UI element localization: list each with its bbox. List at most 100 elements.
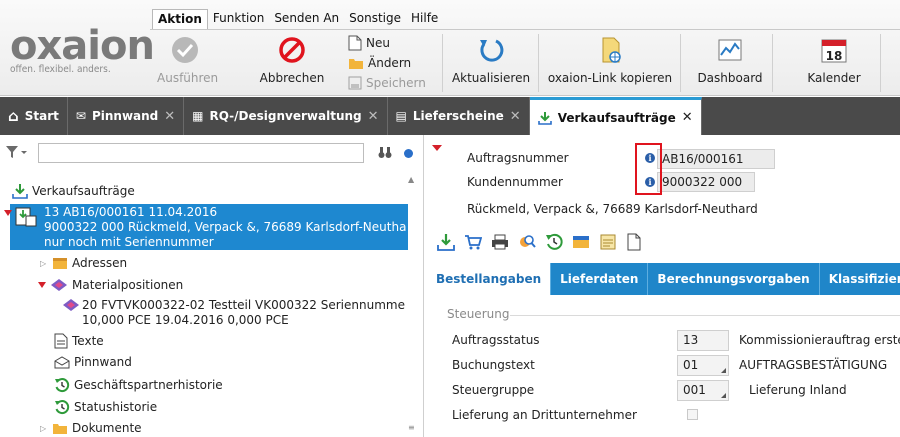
printer-icon[interactable]: [491, 233, 509, 251]
calendar-button[interactable]: 18 Kalender: [798, 35, 870, 93]
tab-verkaufsauftraege-label: Verkaufsaufträge: [557, 110, 676, 125]
tree-item-adressen[interactable]: ▷ Adressen: [40, 256, 127, 270]
scroll-up-icon[interactable]: ▲: [408, 175, 414, 184]
navigation-tree-panel: Verkaufsaufträge 13 AB16/000161 11.04.20…: [0, 135, 424, 437]
close-icon[interactable]: ✕: [164, 109, 175, 124]
expanded-triangle-icon[interactable]: [38, 281, 46, 289]
material-icon: [51, 279, 67, 291]
menu-tabs: Aktion Funktion Senden An Sonstige Hilfe: [152, 9, 443, 29]
card-icon[interactable]: [572, 233, 590, 251]
home-icon: ⌂: [8, 107, 19, 125]
selected-order-line1: 13 AB16/000161 11.04.2016: [44, 205, 218, 219]
search-document-icon[interactable]: [518, 233, 536, 251]
tab-rq-label: RQ-/Designverwaltung: [209, 109, 362, 123]
copy-link-label: oxaion-Link kopieren: [547, 71, 673, 85]
status-dot-icon[interactable]: [404, 149, 413, 158]
tab-start[interactable]: ⌂ Start: [0, 97, 68, 135]
binoculars-icon[interactable]: [378, 145, 392, 159]
tab-rq-designverwaltung[interactable]: ▦ RQ-/Designverwaltung ✕: [184, 97, 388, 135]
download-arrow-icon[interactable]: [437, 233, 455, 251]
tree-item-dokumente[interactable]: ▷ Dokumente: [40, 421, 142, 435]
blank-document-icon[interactable]: [626, 233, 642, 251]
notepad-icon[interactable]: [599, 233, 617, 251]
dashboard-label: Dashboard: [697, 71, 763, 85]
tab-lieferscheine[interactable]: ▤ Lieferscheine ✕: [388, 97, 530, 135]
tree-scrollbar[interactable]: ▲ ≡: [405, 173, 419, 437]
close-icon[interactable]: ✕: [682, 110, 693, 125]
tab-verkaufsauftraege[interactable]: Verkaufsaufträge ✕: [529, 97, 702, 135]
tab-lieferscheine-label: Lieferscheine: [412, 109, 504, 123]
menu-tab-senden-an[interactable]: Senden An: [269, 9, 344, 29]
selected-order-line3: nur noch mit Seriennummer: [44, 235, 214, 249]
auftragsnummer-field[interactable]: AB16/000161: [657, 149, 775, 169]
execute-button[interactable]: Ausführen: [157, 35, 218, 93]
auftragsstatus-field[interactable]: 13: [677, 330, 729, 351]
folder-icon: [349, 59, 363, 69]
tree-item-geschaeftspartnerhistorie[interactable]: Geschäftspartnerhistorie: [54, 377, 223, 393]
kundennummer-field[interactable]: 9000322 000: [657, 172, 755, 192]
field-row-buchungstext: Buchungstext 01 AUFTRAGSBESTÄTIGUNG: [437, 353, 900, 378]
ribbon-separator: [680, 34, 681, 92]
section-steuerung-title: Steuerung: [447, 307, 510, 321]
tree-item-materialpositionen[interactable]: Materialpositionen: [38, 278, 183, 292]
tree-item-adressen-label: Adressen: [72, 256, 128, 270]
save-button[interactable]: Speichern: [348, 73, 426, 93]
lieferung-drittunternehmer-checkbox[interactable]: [687, 409, 698, 420]
subtab-bestellangaben[interactable]: Bestellangaben: [427, 263, 552, 295]
filter-row: [0, 143, 424, 165]
auftragsstatus-label: Auftragsstatus: [452, 333, 540, 347]
tree-item-position[interactable]: 20 FVTVK000322-02 Testteil VK000322 Seri…: [82, 298, 405, 312]
dashboard-chart-icon: [718, 39, 742, 61]
text-document-icon: [54, 333, 68, 349]
edit-label: Ändern: [368, 56, 412, 70]
copy-link-button[interactable]: oxaion-Link kopieren: [544, 35, 676, 93]
tree-item-texte[interactable]: Texte: [54, 333, 104, 349]
download-arrow-icon: [537, 111, 552, 125]
menu-tab-sonstige[interactable]: Sonstige: [344, 9, 406, 29]
menu-tab-funktion[interactable]: Funktion: [208, 9, 269, 29]
material-icon: [63, 299, 79, 311]
customer-address: Rückmeld, Verpack &, 76689 Karlsdorf-Neu…: [467, 202, 758, 216]
envelope-icon: [54, 355, 70, 368]
close-icon[interactable]: ✕: [368, 109, 379, 124]
refresh-button[interactable]: Aktualisieren: [448, 35, 534, 93]
scroll-grip-icon[interactable]: ≡: [408, 423, 415, 432]
subtab-klassifizierung[interactable]: Klassifizierung: [820, 263, 900, 295]
subtab-berechnungsvorgaben[interactable]: Berechnungsvorgaben: [648, 263, 820, 295]
edit-button[interactable]: Ändern: [348, 53, 426, 73]
new-button[interactable]: Neu: [348, 33, 426, 53]
subtab-lieferdaten[interactable]: Lieferdaten: [551, 263, 649, 295]
collapsed-triangle-icon[interactable]: ▷: [40, 424, 48, 433]
tree-item-statushistorie[interactable]: Statushistorie: [54, 399, 157, 415]
expanded-triangle-icon[interactable]: [4, 209, 12, 217]
tab-pinnwand-label: Pinnwand: [91, 109, 159, 123]
delivery-note-icon: ▤: [395, 109, 407, 123]
design-icon: ▦: [192, 109, 204, 123]
tab-pinnwand[interactable]: ✉ Pinnwand ✕: [68, 97, 185, 135]
tree-item-position-detail: 10,000 PCE 19.04.2016 0,000 PCE: [82, 313, 289, 327]
tree-item-gp-label: Geschäftspartnerhistorie: [74, 378, 223, 392]
tree-item-statushistorie-label: Statushistorie: [74, 400, 158, 414]
menu-tab-aktion[interactable]: Aktion: [152, 9, 208, 29]
field-row-auftragsstatus: Auftragsstatus 13 Kommissionierauftrag e…: [437, 328, 900, 353]
collapse-flag-icon[interactable]: [432, 145, 442, 151]
new-label: Neu: [366, 36, 390, 50]
filter-icon[interactable]: [5, 145, 27, 159]
dashboard-button[interactable]: Dashboard: [692, 35, 768, 93]
tree-root[interactable]: Verkaufsaufträge: [12, 183, 135, 199]
filter-input[interactable]: [38, 143, 364, 163]
steuergruppe-description: Lieferung Inland: [749, 383, 847, 397]
history-icon[interactable]: [545, 233, 563, 251]
new-document-icon: [348, 35, 362, 51]
collapsed-triangle-icon[interactable]: ▷: [40, 259, 48, 268]
steuergruppe-select[interactable]: 001: [677, 380, 729, 401]
ribbon-separator: [538, 34, 539, 92]
close-icon[interactable]: ✕: [510, 109, 521, 124]
buchungstext-select[interactable]: 01: [677, 355, 729, 376]
cart-icon[interactable]: [464, 233, 482, 251]
tree-item-pinnwand[interactable]: Pinnwand: [54, 355, 132, 369]
menu-tab-hilfe[interactable]: Hilfe: [406, 9, 443, 29]
lieferung-drittunternehmer-label: Lieferung an Drittunternehmer: [452, 408, 637, 422]
cancel-button[interactable]: Abbrechen: [256, 35, 328, 93]
tree-item-texte-label: Texte: [72, 334, 104, 348]
